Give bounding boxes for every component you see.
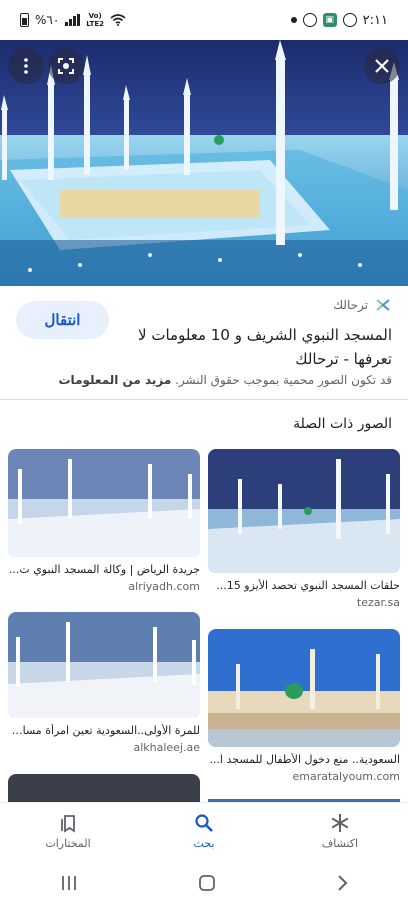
search-icon <box>195 814 213 832</box>
notification-dot-icon <box>290 17 297 23</box>
close-button[interactable] <box>364 48 400 84</box>
more-vert-icon <box>24 58 28 74</box>
back-icon[interactable] <box>336 874 348 892</box>
nav-discover-label: اكتشاف <box>321 837 359 850</box>
network-indicator: Vo) LTE2 <box>86 12 104 28</box>
source-name: ترحالك <box>333 298 368 312</box>
result-title[interactable]: المسجد النبوي الشريف و 10 معلومات لا تعر… <box>122 323 392 371</box>
wifi-icon <box>110 14 126 26</box>
bottom-nav: المختارات بحث اكتشاف <box>0 802 408 860</box>
system-nav-bar <box>0 860 408 906</box>
bookmarks-icon <box>61 815 75 833</box>
asterisk-icon <box>331 814 349 832</box>
snapchat-icon <box>302 13 317 27</box>
related-domain: tezar.sa <box>356 596 400 609</box>
copyright-text: قد تكون الصور محمية بموجب حقوق النشر. <box>175 373 392 387</box>
lens-button[interactable] <box>48 48 84 84</box>
related-caption: حلقات المسجد النبوي تحصد الأيزو 15... <box>216 579 400 592</box>
signal-icon <box>65 14 81 26</box>
learn-more-link[interactable]: مزيد من المعلومات <box>59 373 172 387</box>
status-right: ▣ ٢:١١ <box>290 12 388 28</box>
nav-search[interactable]: بحث <box>144 813 264 850</box>
related-thumbnail <box>208 629 400 747</box>
related-thumbnail-partial[interactable] <box>8 774 200 802</box>
visit-button[interactable]: انتقال <box>16 301 109 339</box>
related-item[interactable]: للمرة الأولى..السعودية تعين امرأة مساع..… <box>8 612 200 754</box>
nav-search-label: بحث <box>193 837 215 850</box>
gallery-icon: ▣ <box>322 13 337 27</box>
related-thumbnail <box>8 449 200 557</box>
status-time: ٢:١١ <box>362 12 388 28</box>
nav-saved-label: المختارات <box>45 837 91 850</box>
close-icon <box>375 59 389 73</box>
more-options-button[interactable] <box>8 48 44 84</box>
volte-label: Vo) <box>88 12 102 20</box>
related-domain: alkhaleej.ae <box>133 741 200 754</box>
related-caption: للمرة الأولى..السعودية تعين امرأة مساع..… <box>8 724 200 737</box>
related-thumbnail <box>208 449 400 573</box>
divider <box>0 399 408 400</box>
whatsapp-icon <box>342 13 357 27</box>
related-heading: الصور ذات الصلة <box>293 416 392 432</box>
related-caption: السعودية.. منع دخول الأطفال للمسجد ا... <box>209 753 400 766</box>
battery-percent: %٦٠ <box>35 13 60 27</box>
battery-icon <box>20 13 29 27</box>
copyright-notice: قد تكون الصور محمية بموجب حقوق النشر. مز… <box>16 373 393 387</box>
related-domain: emaratalyoum.com <box>292 770 400 783</box>
hero-image[interactable] <box>0 40 408 286</box>
related-thumbnail <box>8 612 200 718</box>
nav-saved[interactable]: المختارات <box>8 813 128 850</box>
related-item[interactable]: السعودية.. منع دخول الأطفال للمسجد ا... … <box>208 629 400 783</box>
related-item[interactable]: جريدة الرياض | وكالة المسجد النبوي ت... … <box>8 449 200 593</box>
nav-discover[interactable]: اكتشاف <box>280 813 400 850</box>
source-logo-icon <box>376 299 390 311</box>
source-row[interactable]: ترحالك <box>333 296 392 314</box>
home-icon[interactable] <box>198 874 216 892</box>
recent-apps-icon[interactable] <box>60 875 78 891</box>
related-domain: alriyadh.com <box>128 580 200 593</box>
related-item[interactable]: حلقات المسجد النبوي تحصد الأيزو 15... te… <box>208 449 400 609</box>
network-label: LTE2 <box>86 20 105 28</box>
status-left: %٦٠ Vo) LTE2 <box>20 12 126 28</box>
status-bar: %٦٠ Vo) LTE2 ▣ ٢:١١ <box>0 0 408 40</box>
lens-icon <box>58 58 74 74</box>
related-caption: جريدة الرياض | وكالة المسجد النبوي ت... <box>8 563 200 576</box>
